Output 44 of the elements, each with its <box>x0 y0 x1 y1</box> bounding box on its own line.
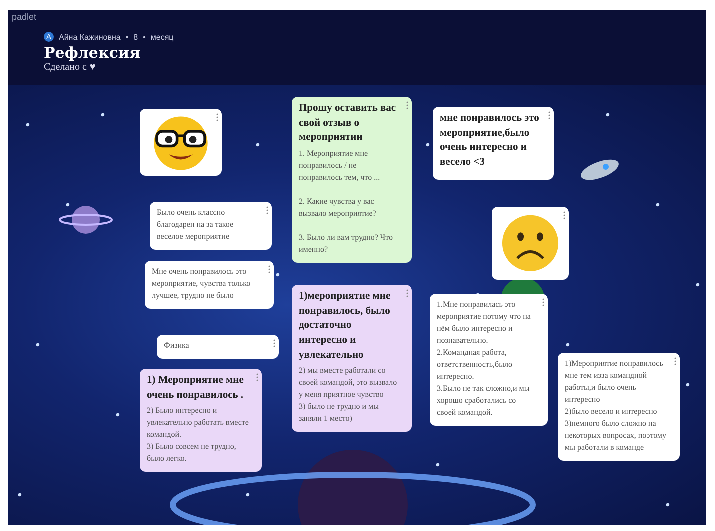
more-options-icon[interactable] <box>406 101 409 110</box>
author-name: Айна Кажиновна <box>59 32 121 42</box>
small-planet-drawing <box>59 206 113 234</box>
more-options-icon[interactable] <box>273 339 276 348</box>
more-options-icon[interactable] <box>266 206 269 215</box>
post-text: 2) мы вместе работали со своей командой, это вызвало у меня приятное чувство 3) было не трудно и мы заняли 1 место) <box>299 365 398 426</box>
made-with-text: Сделано с <box>44 62 87 73</box>
more-options-icon[interactable] <box>563 211 566 220</box>
post-text: 2) Было интересно и увлекательно работать вместе командой. 3) Было совсем не трудно, было легко. <box>147 405 250 466</box>
post-title: 1) Мероприятие мне очень понравилось . <box>147 374 245 403</box>
post-count: 8 <box>134 32 138 42</box>
post-text: Было очень классно благодарен на за такое веселое мероприятие <box>157 207 235 243</box>
post-text: 1.Мне понравилась это мероприятие потому что на нём было интересно и познавательно. 2.Командная работа, ответственность,было интересно. 3.Было не так сложно,и мы хорошо сработались со своей командой. <box>437 299 532 419</box>
more-options-icon[interactable] <box>548 111 551 120</box>
post-card[interactable]: мне понравилось это мероприятие,было очень интересно и весело <3 <box>433 107 554 180</box>
post-card[interactable]: 1.Мне понравилась это мероприятие потому что на нём было интересно и познавательно. 2.Командная работа, ответственность,было интересно. 3.Было не так сложно,и мы хорошо сработались со своей командой. <box>430 294 548 426</box>
post-text: 1)Мероприятие понравилось мне тем изза командной работы,и было очень интересно 2)было весело и интересно 3)немного было сложно на некоторых вопросах, поэтому мы работали в команде <box>565 358 668 454</box>
heart-symbol: ♥ <box>90 62 96 73</box>
post-card[interactable]: 1)мероприятие мне понравилось, было достаточно интересно и увлекательно 2) мы вместе работали со своей командой, это вызвало у меня приятное чувство 3) было не трудно и мы заняли 1 место) <box>292 285 412 432</box>
board-title: Рефлексия <box>44 44 142 62</box>
post-card[interactable]: Прошу оставить вас свой отзыв о мероприятии 1. Мероприятие мне понравилось / не понравилось тем, что ... 2. Какие чувства у вас вызвало мероприятие? 3. Было ли вам трудно? Что именно? <box>292 97 412 264</box>
post-title: 1)мероприятие мне понравилось, было достаточно интересно и увлекательно <box>299 290 392 363</box>
separator: • <box>126 32 129 42</box>
post-text: 1. Мероприятие мне понравилось / не понравилось тем, что ... 2. Какие чувства у вас вызвало мероприятие? 3. Было ли вам трудно? Что именно? <box>299 148 394 256</box>
app-logo[interactable]: padlet <box>12 12 37 22</box>
more-options-icon[interactable] <box>406 289 409 298</box>
more-options-icon[interactable] <box>268 265 271 274</box>
post-text: Физика <box>164 340 190 352</box>
post-card[interactable] <box>492 207 569 280</box>
post-card[interactable]: Было очень классно благодарен на за такое веселое мероприятие <box>150 202 272 250</box>
more-options-icon[interactable] <box>674 357 677 366</box>
post-title: мне понравилось это мероприятие,было очень интересно и весело <3 <box>440 112 540 170</box>
post-text: Мне очень понравилось это мероприятие, чувства только лучшее, трудно не было <box>152 266 252 302</box>
post-card[interactable] <box>140 109 222 176</box>
more-options-icon[interactable] <box>256 373 259 382</box>
time-period: месяц <box>150 32 174 42</box>
separator: • <box>143 32 146 42</box>
post-card[interactable]: 1) Мероприятие мне очень понравилось . 2) Было интересно и увлекательно работать вместе командой. 3) Было совсем не трудно, было легко. <box>140 369 262 472</box>
post-card[interactable]: 1)Мероприятие понравилось мне тем изза командной работы,и было очень интересно 2)было весело и интересно 3)немного было сложно на некоторых вопросах, поэтому мы работали в команде <box>558 353 680 461</box>
post-card[interactable]: Физика <box>157 335 279 359</box>
post-card[interactable]: Мне очень понравилось это мероприятие, чувства только лучшее, трудно не было <box>145 261 274 309</box>
more-options-icon[interactable] <box>542 298 545 307</box>
post-title: Прошу оставить вас свой отзыв о мероприятии <box>299 102 398 146</box>
more-options-icon[interactable] <box>216 113 219 122</box>
